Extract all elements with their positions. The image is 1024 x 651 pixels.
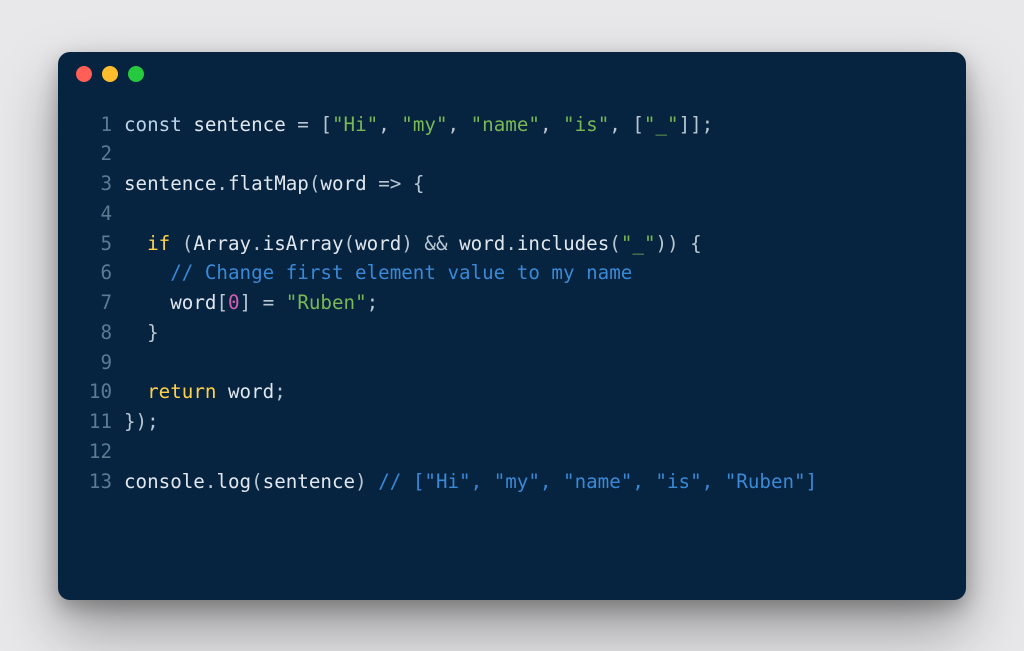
code-content: }); xyxy=(124,407,159,437)
code-content: return word; xyxy=(124,377,286,407)
code-line: 10 return word; xyxy=(78,377,946,407)
code-line: 8 } xyxy=(78,318,946,348)
close-icon[interactable] xyxy=(76,66,92,82)
line-number: 6 xyxy=(78,258,112,288)
line-number: 12 xyxy=(78,437,112,467)
line-number: 2 xyxy=(78,139,112,169)
minimize-icon[interactable] xyxy=(102,66,118,82)
code-area: 1 const sentence = ["Hi", "my", "name", "… xyxy=(58,96,966,600)
code-window: 1 const sentence = ["Hi", "my", "name", "… xyxy=(58,52,966,600)
line-number: 1 xyxy=(78,110,112,140)
code-line: 4 xyxy=(78,199,946,229)
line-number: 8 xyxy=(78,318,112,348)
code-content: const sentence = ["Hi", "my", "name", "i… xyxy=(124,110,713,140)
code-content: if (Array.isArray(word) && word.includes… xyxy=(124,229,702,259)
code-line: 6 // Change first element value to my na… xyxy=(78,258,946,288)
code-line: 11}); xyxy=(78,407,946,437)
code-line: 13 console.log(sentence) // ["Hi", "my", … xyxy=(78,467,946,497)
code-line: 3 sentence.flatMap(word => { xyxy=(78,169,946,199)
code-line: 7 word[0] = "Ruben"; xyxy=(78,288,946,318)
zoom-icon[interactable] xyxy=(128,66,144,82)
code-line: 9 xyxy=(78,348,946,378)
code-content: // Change first element value to my name xyxy=(124,258,632,288)
code-content: word[0] = "Ruben"; xyxy=(124,288,378,318)
line-number: 5 xyxy=(78,229,112,259)
line-number: 10 xyxy=(78,377,112,407)
code-line: 12 xyxy=(78,437,946,467)
code-content: sentence.flatMap(word => { xyxy=(124,169,424,199)
line-number: 9 xyxy=(78,348,112,378)
line-number: 3 xyxy=(78,169,112,199)
code-content: console.log(sentence) // ["Hi", "my", "n… xyxy=(124,467,817,497)
code-line: 5 if (Array.isArray(word) && word.includ… xyxy=(78,229,946,259)
titlebar xyxy=(58,52,966,96)
line-number: 4 xyxy=(78,199,112,229)
code-line: 2 xyxy=(78,139,946,169)
line-number: 13 xyxy=(78,467,112,497)
code-content: } xyxy=(124,318,159,348)
line-number: 7 xyxy=(78,288,112,318)
code-line: 1 const sentence = ["Hi", "my", "name", "… xyxy=(78,110,946,140)
line-number: 11 xyxy=(78,407,112,437)
